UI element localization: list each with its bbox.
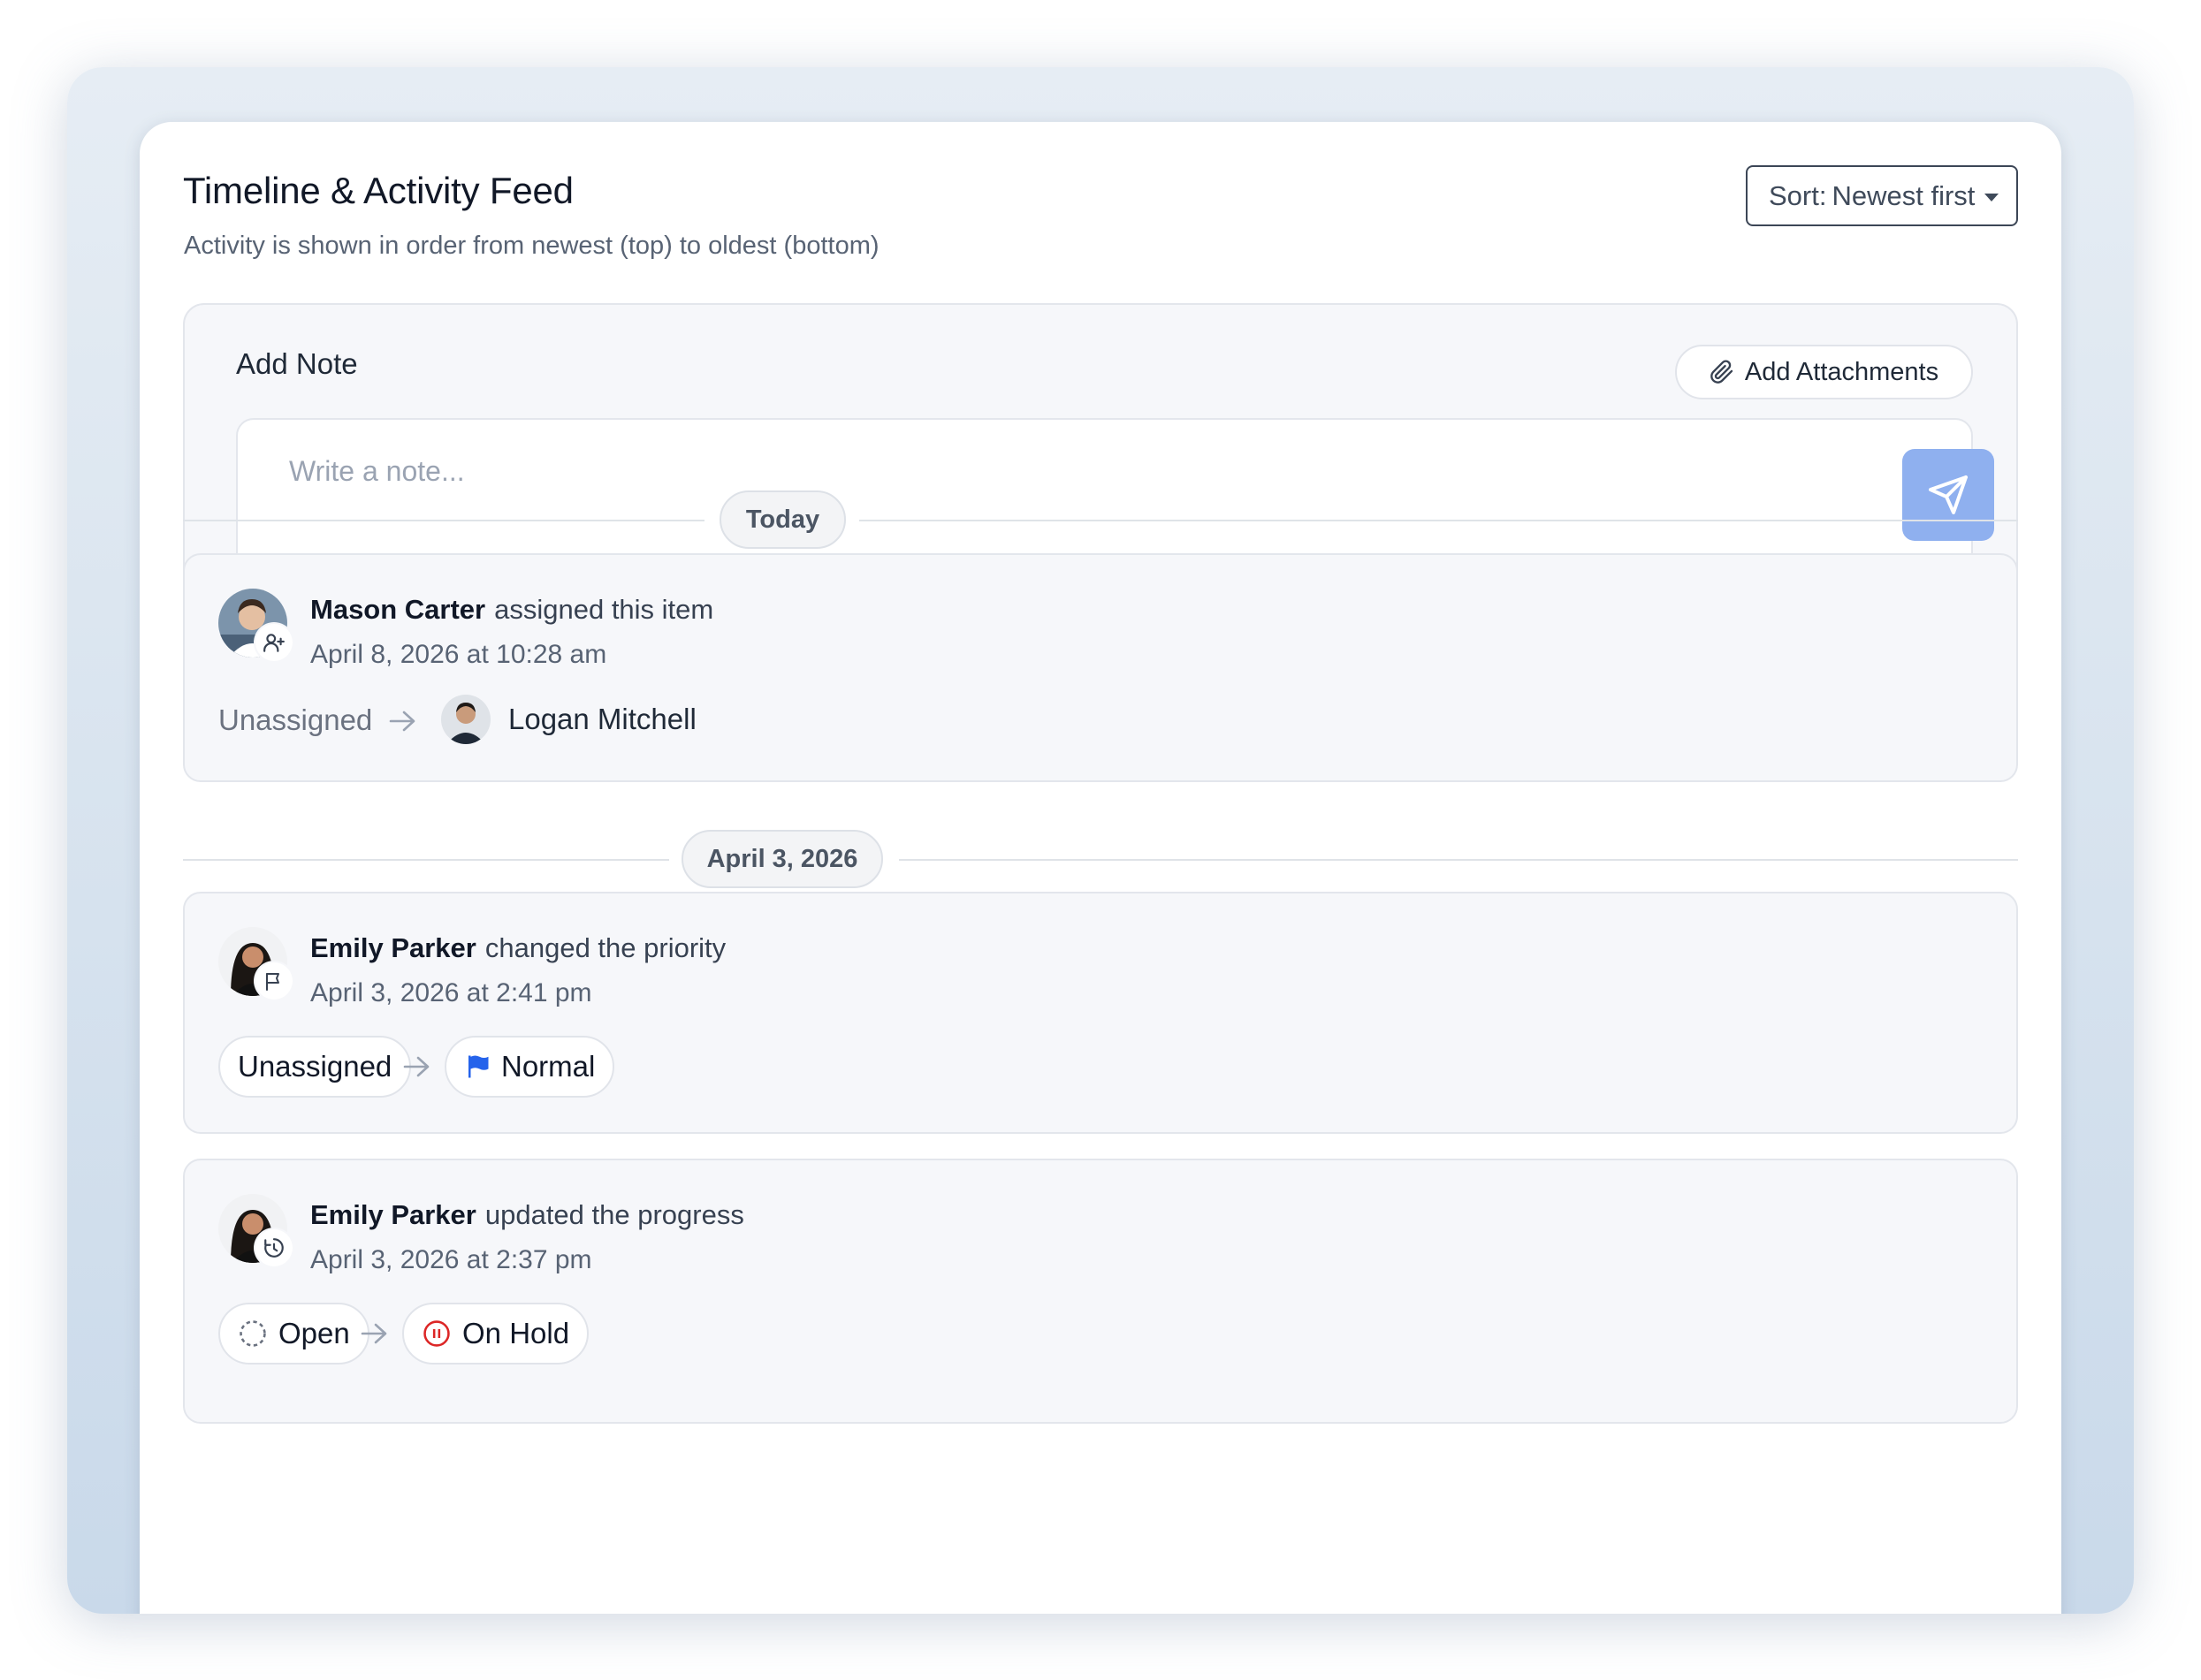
page-subtitle: Activity is shown in order from newest (… [184,232,880,260]
page-title: Timeline & Activity Feed [183,170,574,211]
change-to-value: Normal [501,1050,596,1083]
event-actor[interactable]: Mason Carter [310,594,485,625]
event-action: changed the priority [484,932,727,963]
activity-panel: Timeline & Activity Feed Activity is sho… [140,122,2061,1614]
event-description: Emily Parker changed the priority [310,932,726,964]
clock-icon [255,1229,293,1266]
divider-line [859,520,2018,521]
event-timestamp: April 3, 2026 at 2:37 pm [310,1245,592,1274]
change-from-value: Open [278,1317,350,1349]
change-to-value: On Hold [462,1317,570,1349]
event-action: assigned this item [494,594,714,625]
event-actor[interactable]: Emily Parker [310,932,476,963]
status-to-chip: On Hold [402,1303,590,1365]
divider-line [183,520,704,521]
add-note-title: Add Note [236,347,358,380]
date-divider: April 3, 2026 [183,830,2018,890]
flag-icon [255,962,293,1000]
add-attachments-button[interactable]: Add Attachments [1675,345,1973,399]
change-from-value: Unassigned [238,1050,392,1083]
arrow-right-icon [403,1056,430,1077]
add-attachments-label: Add Attachments [1744,357,1939,386]
arrow-right-icon [389,711,415,732]
sort-label: Sort: [1769,179,1827,211]
status-from-chip: Open [218,1303,369,1365]
date-pill: Today [720,490,846,549]
pause-circle-icon [423,1320,450,1347]
date-pill: April 3, 2026 [682,830,883,888]
avatar [441,695,491,744]
divider-line [899,859,2018,861]
change-to-person[interactable]: Logan Mitchell [441,695,697,744]
caret-down-icon [1984,194,1999,201]
arrow-right-icon [361,1323,387,1344]
event-timestamp: April 8, 2026 at 10:28 am [310,640,607,669]
event-description: Mason Carter assigned this item [310,594,713,626]
event-actor[interactable]: Emily Parker [310,1199,476,1230]
change-to-value: Logan Mitchell [508,703,697,735]
sort-value: Newest first [1832,179,1976,211]
event-description: Emily Parker updated the progress [310,1199,744,1231]
activity-event: Emily Parker updated the progress April 3… [183,1159,2018,1424]
activity-event: Mason Carter assigned this item April 8, … [183,553,2018,782]
sort-dropdown[interactable]: Sort: Newest first [1746,165,2018,226]
user-plus-icon [255,624,293,661]
paperclip-icon [1710,360,1733,384]
event-timestamp: April 3, 2026 at 2:41 pm [310,978,592,1007]
priority-to-chip: Normal [445,1036,615,1098]
date-divider-today: Today [183,490,2018,551]
event-action: updated the progress [484,1199,744,1230]
window-backdrop: Timeline & Activity Feed Activity is sho… [67,67,2134,1614]
flag-filled-icon [468,1055,489,1078]
divider-line [183,859,669,861]
status-open-icon [240,1320,266,1347]
activity-event: Emily Parker changed the priority April 3… [183,892,2018,1134]
change-from-value: Unassigned [218,703,373,736]
priority-from-chip: Unassigned [218,1036,412,1098]
